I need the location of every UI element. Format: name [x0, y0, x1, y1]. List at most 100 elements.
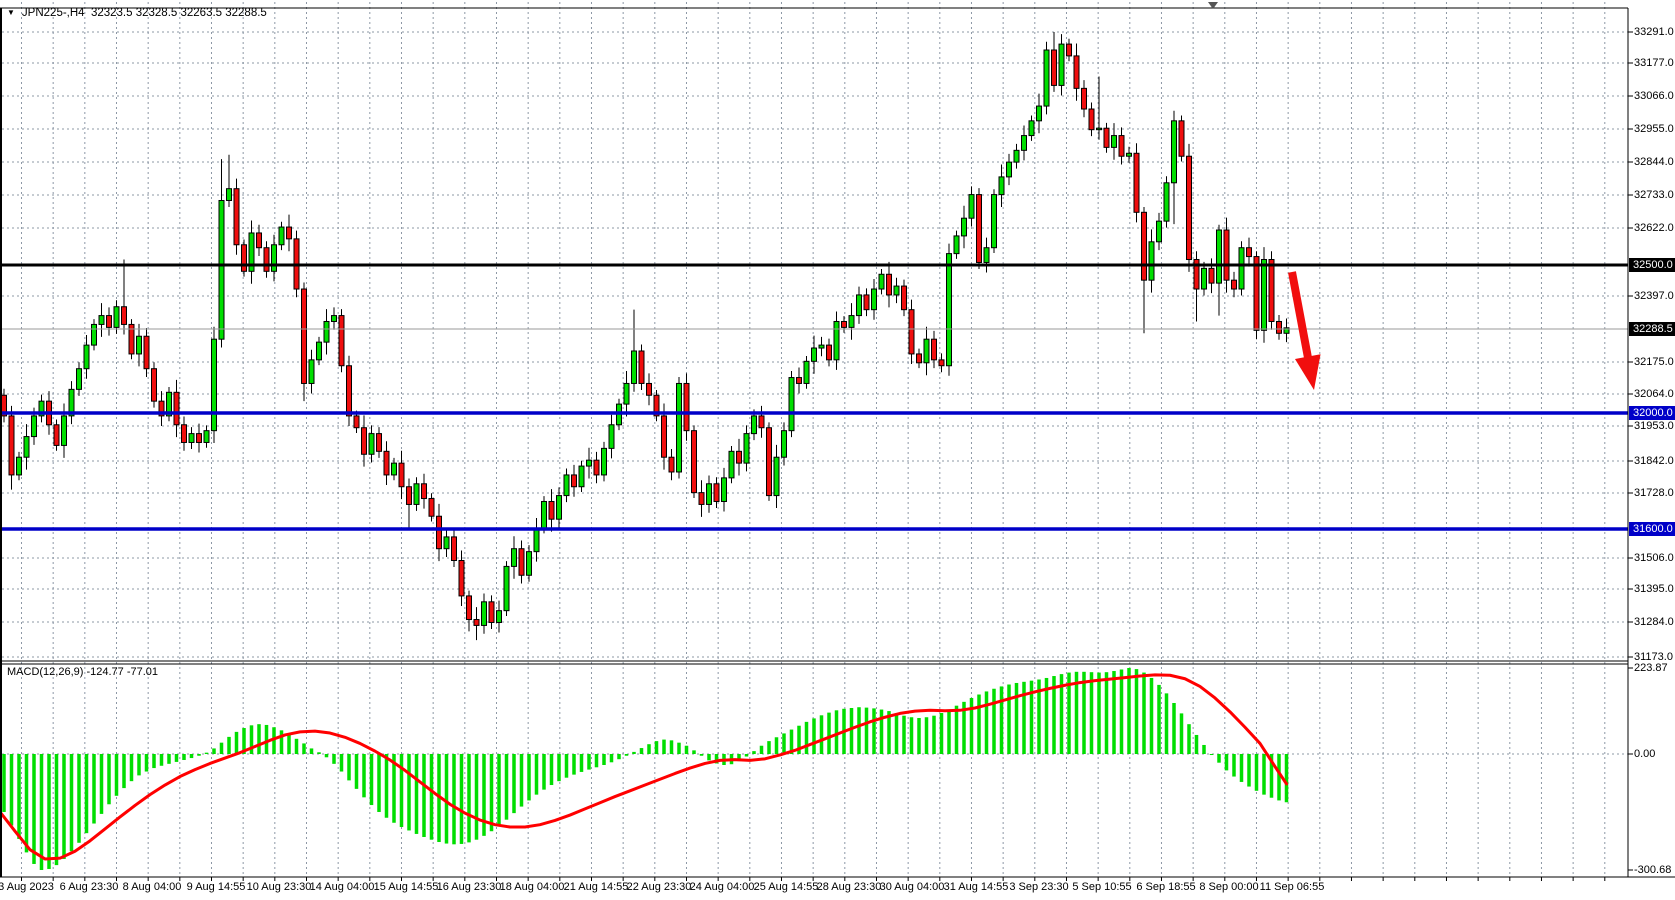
candle-bear — [902, 286, 907, 310]
macd-histogram-bar — [220, 743, 224, 754]
candle-bull — [17, 457, 22, 475]
macd-histogram-bar — [400, 754, 404, 827]
candle-bear — [917, 354, 922, 363]
price-axis-label: 32955.0 — [1634, 123, 1674, 135]
macd-histogram-bar — [160, 754, 164, 766]
candle-bull — [219, 200, 224, 339]
candle-bull — [624, 383, 629, 404]
candle-bull — [999, 177, 1004, 195]
candle-bull — [1037, 106, 1042, 121]
price-axis-label: 31395.0 — [1634, 583, 1674, 595]
candle-bear — [264, 248, 269, 272]
candle-bull — [804, 361, 809, 383]
macd-histogram-bar — [1285, 754, 1289, 802]
macd-histogram-bar — [280, 730, 284, 754]
candle-bear — [1104, 128, 1109, 147]
candle-bull — [279, 227, 284, 245]
macd-histogram-bar — [617, 754, 621, 759]
macd-histogram-bar — [325, 754, 329, 757]
macd-histogram-bar — [707, 754, 711, 760]
candle-bull — [1127, 153, 1132, 156]
time-axis-label: 31 Aug 14:55 — [944, 881, 1009, 893]
macd-histogram-bar — [415, 754, 419, 834]
candle-bear — [977, 195, 982, 263]
symbol-title-row: ▼JPN225-,H4 32323.5 32328.5 32263.5 3228… — [7, 7, 267, 19]
price-axis-label: 32733.0 — [1634, 189, 1674, 201]
macd-histogram-bar — [130, 754, 134, 781]
macd-histogram-bar — [1120, 669, 1124, 754]
macd-histogram-bar — [572, 754, 576, 775]
candle-bear — [1179, 121, 1184, 156]
candle-bull — [1022, 136, 1027, 151]
candle-bear — [1052, 50, 1057, 85]
macd-histogram-bar — [910, 717, 914, 754]
macd-histogram-bar — [490, 754, 494, 831]
candle-bull — [62, 416, 67, 446]
macd-histogram-bar — [287, 734, 291, 754]
macd-histogram-bar — [1225, 754, 1229, 770]
candle-bull — [984, 248, 989, 263]
candle-bull — [369, 434, 374, 455]
candle-bear — [1209, 268, 1214, 283]
candle-bull — [564, 475, 569, 496]
candle-bull — [32, 416, 37, 437]
macd-axis-label: -300.68 — [1634, 864, 1671, 876]
macd-histogram-bar — [1015, 683, 1019, 754]
macd-histogram-bar — [767, 741, 771, 754]
macd-histogram-bar — [302, 743, 306, 754]
candle-bear — [467, 596, 472, 620]
macd-histogram-bar — [640, 748, 644, 754]
macd-histogram-bar — [932, 716, 936, 754]
macd-histogram-bar — [1262, 754, 1266, 795]
candle-bear — [242, 245, 247, 272]
candle-bear — [384, 451, 389, 475]
chart-dropdown-icon[interactable]: ▼ — [7, 8, 15, 17]
down-arrow-annotation[interactable] — [1292, 272, 1309, 361]
candle-bear — [489, 602, 494, 623]
macd-histogram-bar — [1142, 673, 1146, 754]
macd-histogram-bar — [662, 740, 666, 754]
macd-histogram-bar — [1255, 754, 1259, 791]
macd-histogram-bar — [370, 754, 374, 805]
time-axis-label: 8 Aug 04:00 — [123, 881, 182, 893]
macd-histogram-bar — [782, 733, 786, 754]
macd-histogram-bar — [1187, 724, 1191, 754]
macd-histogram-bar — [40, 754, 44, 870]
macd-histogram-bar — [632, 752, 636, 754]
candle-bear — [932, 339, 937, 360]
candle-bear — [1119, 136, 1124, 157]
macd-histogram-bar — [55, 754, 59, 865]
candle-bear — [107, 316, 112, 328]
macd-histogram-bar — [1135, 669, 1139, 754]
price-axis-label: 33177.0 — [1634, 57, 1674, 69]
candle-bear — [459, 561, 464, 596]
macd-histogram-bar — [520, 754, 524, 807]
candle-bear — [1089, 109, 1094, 130]
candle-bear — [1224, 230, 1229, 280]
time-axis-label: 9 Aug 14:55 — [187, 881, 246, 893]
candle-bear — [399, 463, 404, 487]
time-axis-label: 10 Aug 23:30 — [247, 881, 312, 893]
macd-histogram-bar — [1217, 754, 1221, 763]
candle-bear — [422, 484, 427, 499]
macd-histogram-bar — [265, 725, 269, 754]
macd-histogram-bar — [355, 754, 359, 789]
macd-histogram-bar — [1127, 668, 1131, 754]
macd-histogram-bar — [182, 754, 186, 760]
candle-bear — [1277, 321, 1282, 333]
candle-bear — [302, 289, 307, 383]
candle-bear — [1254, 257, 1259, 331]
macd-histogram-bar — [1082, 672, 1086, 754]
candle-bull — [497, 611, 502, 623]
price-axis-label: 32397.0 — [1634, 290, 1674, 302]
candle-bull — [774, 457, 779, 495]
candle-bull — [1059, 44, 1064, 85]
macd-histogram-bar — [1172, 703, 1176, 754]
candle-bear — [54, 425, 59, 446]
price-tag-31600.0: 31600.0 — [1629, 522, 1675, 536]
price-axis-label: 32622.0 — [1634, 222, 1674, 234]
candle-bear — [429, 499, 434, 517]
time-axis-label: 18 Aug 04:00 — [500, 881, 565, 893]
candle-bear — [1247, 248, 1252, 257]
down-arrow-head[interactable] — [1295, 354, 1321, 390]
